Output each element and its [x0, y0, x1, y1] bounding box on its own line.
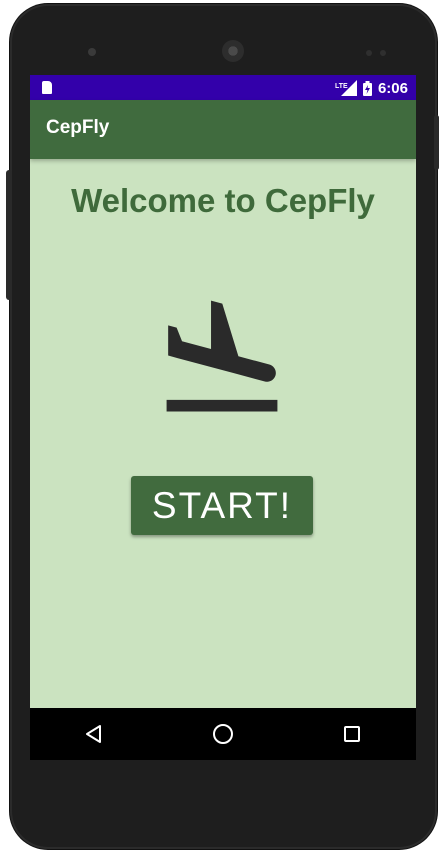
back-triangle-icon: [86, 725, 102, 743]
app-title: CepFly: [46, 117, 110, 138]
recents-button[interactable]: [327, 714, 377, 754]
sim-card-icon: [42, 81, 52, 94]
start-button[interactable]: START!: [131, 476, 313, 535]
screen: LTE 6:06 CepFly Welcome to CepFly START!: [30, 75, 416, 760]
start-button-label: START!: [151, 484, 293, 526]
battery-charging-icon: [362, 80, 372, 96]
front-camera: [88, 48, 96, 56]
home-button[interactable]: [198, 714, 248, 754]
lte-signal-icon: LTE: [335, 80, 357, 96]
flight-land-icon: [166, 300, 278, 412]
recents-square-icon: [343, 726, 360, 742]
volume-button[interactable]: [6, 170, 12, 300]
light-sensor: [380, 50, 386, 56]
navigation-bar: [30, 708, 416, 760]
proximity-sensor: [366, 50, 372, 56]
lte-label: LTE: [335, 83, 348, 90]
back-button[interactable]: [69, 714, 119, 754]
app-bar: CepFly: [30, 100, 416, 159]
status-bar: LTE 6:06: [30, 75, 416, 100]
welcome-heading: Welcome to CepFly: [71, 182, 375, 219]
power-button[interactable]: [434, 115, 439, 170]
home-circle-icon: [212, 724, 233, 744]
status-time: 6:06: [377, 79, 408, 97]
earpiece-speaker: [222, 40, 244, 62]
